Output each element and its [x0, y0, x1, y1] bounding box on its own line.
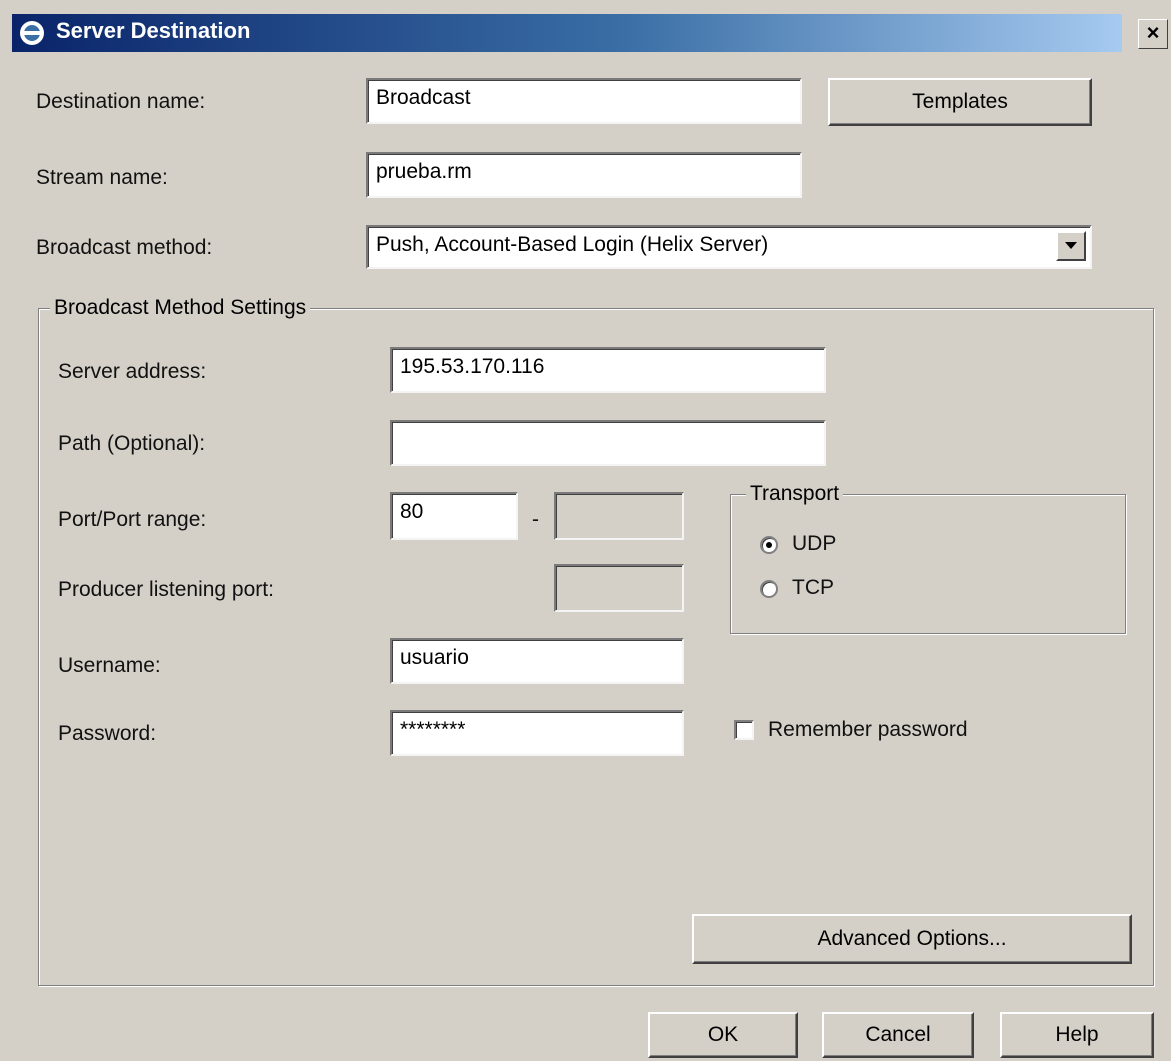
broadcast-method-value: Push, Account-Based Login (Helix Server)	[376, 233, 769, 256]
tcp-radio[interactable]	[760, 580, 778, 598]
broadcast-method-label: Broadcast method:	[36, 236, 213, 259]
udp-radio[interactable]	[760, 536, 778, 554]
transport-group	[730, 494, 1126, 634]
broadcast-settings-title: Broadcast Method Settings	[50, 296, 311, 320]
server-address-field[interactable]: 195.53.170.116	[390, 347, 826, 393]
port-from-field[interactable]: 80	[390, 492, 518, 540]
advanced-options-button[interactable]: Advanced Options...	[692, 914, 1132, 964]
templates-button[interactable]: Templates	[828, 78, 1092, 126]
destination-name-field[interactable]: Broadcast	[366, 78, 802, 124]
tcp-label[interactable]: TCP	[792, 576, 834, 600]
remember-password-checkbox[interactable]	[734, 720, 754, 740]
udp-label[interactable]: UDP	[792, 532, 836, 556]
server-address-label: Server address:	[58, 360, 207, 383]
close-button[interactable]: ×	[1138, 19, 1168, 49]
stream-name-field[interactable]: prueba.rm	[366, 152, 802, 198]
producer-port-label: Producer listening port:	[58, 578, 274, 601]
transport-title: Transport	[746, 482, 844, 506]
port-to-field	[554, 492, 684, 540]
username-field[interactable]: usuario	[390, 638, 684, 684]
realproducer-icon	[18, 19, 46, 47]
destination-name-label: Destination name:	[36, 90, 206, 113]
chevron-down-icon[interactable]	[1056, 231, 1086, 261]
port-range-label: Port/Port range:	[58, 508, 207, 531]
password-field[interactable]: ********	[390, 710, 684, 756]
path-label: Path (Optional):	[58, 432, 206, 455]
window-title: Server Destination	[56, 18, 251, 43]
port-range-separator: -	[532, 508, 539, 531]
cancel-button[interactable]: Cancel	[822, 1012, 974, 1058]
ok-button[interactable]: OK	[648, 1012, 798, 1058]
stream-name-label: Stream name:	[36, 166, 168, 189]
help-button[interactable]: Help	[1000, 1012, 1154, 1058]
broadcast-method-select[interactable]: Push, Account-Based Login (Helix Server)	[366, 225, 1092, 269]
remember-password-label[interactable]: Remember password	[768, 718, 968, 742]
username-label: Username:	[58, 654, 161, 677]
path-field[interactable]	[390, 420, 826, 466]
close-icon: ×	[1146, 20, 1160, 45]
producer-port-field	[554, 564, 684, 612]
title-bar: Server Destination ×	[0, 0, 1171, 64]
password-label: Password:	[58, 722, 157, 745]
